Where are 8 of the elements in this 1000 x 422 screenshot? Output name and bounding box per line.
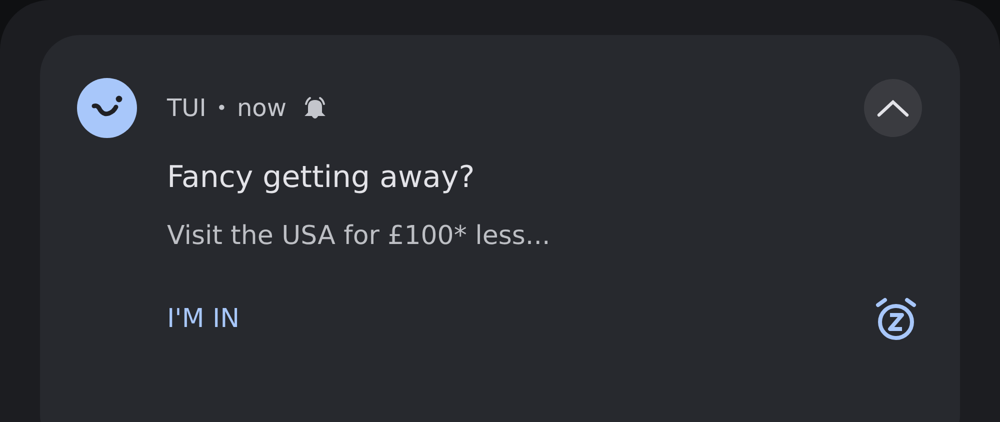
notification-title: Fancy getting away? — [167, 160, 476, 195]
timestamp: now — [236, 94, 286, 122]
action-button[interactable]: I'M IN — [167, 304, 240, 334]
separator-dot: • — [216, 98, 227, 118]
app-name: TUI — [167, 94, 206, 122]
smile-logo-icon — [77, 78, 137, 138]
notification-body: Visit the USA for £100* less... — [167, 221, 552, 251]
chevron-icon — [876, 98, 910, 118]
